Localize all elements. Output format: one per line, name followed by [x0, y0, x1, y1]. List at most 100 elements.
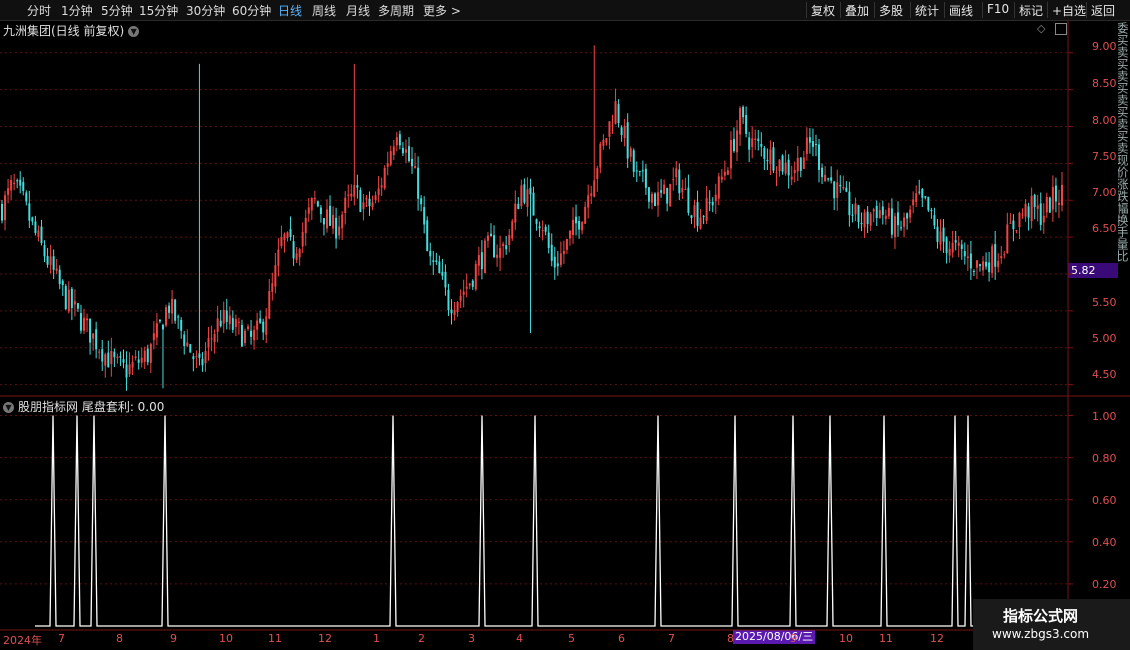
candle-body: [714, 194, 717, 202]
candle-body: [1048, 197, 1051, 213]
candle-body: [104, 354, 107, 366]
candle-body: [635, 170, 638, 172]
candle-body: [663, 184, 666, 194]
candle-body: [250, 330, 253, 337]
date-axis-label: 7: [668, 632, 675, 645]
candle-body: [253, 330, 256, 341]
candle-body: [493, 235, 496, 258]
candle-body: [781, 155, 784, 172]
candle-body: [423, 207, 426, 225]
candle-body: [237, 321, 240, 323]
candle-body: [1018, 212, 1021, 228]
candle-body: [936, 226, 939, 242]
candle-body: [963, 251, 966, 257]
candle-body: [86, 318, 89, 321]
candle-body: [693, 205, 696, 217]
candle-body: [681, 188, 684, 193]
candle-body: [866, 211, 869, 225]
candle-body: [67, 289, 70, 312]
kline-chart[interactable]: [0, 0, 1130, 650]
candle-body: [195, 356, 198, 358]
candle-body: [477, 255, 480, 266]
candle-body: [474, 263, 477, 290]
candle-body: [906, 213, 909, 219]
candle-body: [930, 210, 933, 212]
indicator-axis-label: 1.00: [1092, 410, 1117, 423]
date-axis-label: 10: [219, 632, 233, 645]
candle-body: [1036, 205, 1039, 209]
candle-body: [362, 202, 365, 210]
candle-body: [61, 280, 64, 286]
candle-body: [134, 356, 137, 358]
candle-body: [1000, 256, 1003, 259]
candle-body: [1051, 186, 1054, 210]
candle-body: [869, 213, 872, 226]
candle-body: [1009, 222, 1012, 224]
candle-body: [143, 350, 146, 362]
candle-body: [483, 240, 486, 273]
candle-body: [219, 320, 222, 327]
price-axis-label: 7.00: [1092, 186, 1117, 199]
candle-body: [155, 323, 158, 338]
candle-body: [760, 143, 763, 147]
candle-body: [116, 356, 119, 359]
candle-body: [432, 260, 435, 262]
candle-body: [168, 305, 171, 313]
candle-body: [814, 144, 817, 146]
candle-body: [890, 208, 893, 235]
candle-body: [7, 188, 10, 195]
candle-body: [268, 291, 271, 319]
candle-body: [1006, 224, 1009, 254]
candle-body: [505, 245, 508, 250]
candle-body: [496, 254, 499, 258]
candle-body: [787, 159, 790, 176]
candle-body: [854, 203, 857, 215]
candle-body: [559, 253, 562, 265]
candle-body: [638, 170, 641, 172]
date-axis-label: 12: [318, 632, 332, 645]
candle-body: [435, 260, 438, 263]
candle-body: [666, 188, 669, 204]
candle-body: [900, 227, 903, 229]
candle-body: [647, 187, 650, 202]
candle-body: [982, 261, 985, 271]
candle-body: [827, 178, 830, 180]
candle-body: [292, 241, 295, 259]
candle-body: [1, 203, 3, 221]
candle-body: [660, 190, 663, 193]
candle-body: [1045, 196, 1048, 213]
candle-body: [857, 205, 860, 222]
candle-body: [654, 193, 657, 206]
candle-body: [933, 215, 936, 226]
candle-body: [325, 209, 328, 229]
candle-body: [596, 168, 599, 180]
candle-body: [511, 221, 514, 239]
candle-body: [259, 318, 262, 323]
candle-body: [304, 217, 307, 234]
candle-body: [1039, 203, 1042, 225]
candle-body: [55, 268, 58, 271]
candle-body: [893, 216, 896, 238]
candle-body: [152, 333, 155, 341]
candle-body: [125, 364, 128, 378]
date-axis-label: 10: [839, 632, 853, 645]
candle-body: [775, 172, 778, 174]
candle-body: [523, 184, 526, 203]
candle-body: [368, 198, 371, 206]
candle-body: [295, 253, 298, 260]
candle-body: [274, 265, 277, 287]
candle-body: [307, 207, 310, 214]
candle-body: [739, 107, 742, 135]
candle-body: [1012, 220, 1015, 230]
candle-body: [614, 101, 617, 124]
candle-body: [371, 202, 374, 208]
candle-body: [95, 329, 98, 350]
date-axis-label: 11: [879, 632, 893, 645]
candle-body: [556, 263, 559, 267]
candle-body: [228, 315, 231, 324]
candle-body: [389, 151, 392, 165]
candle-body: [240, 325, 243, 347]
candle-body: [578, 221, 581, 230]
candle-body: [335, 217, 338, 239]
candle-body: [924, 196, 927, 198]
